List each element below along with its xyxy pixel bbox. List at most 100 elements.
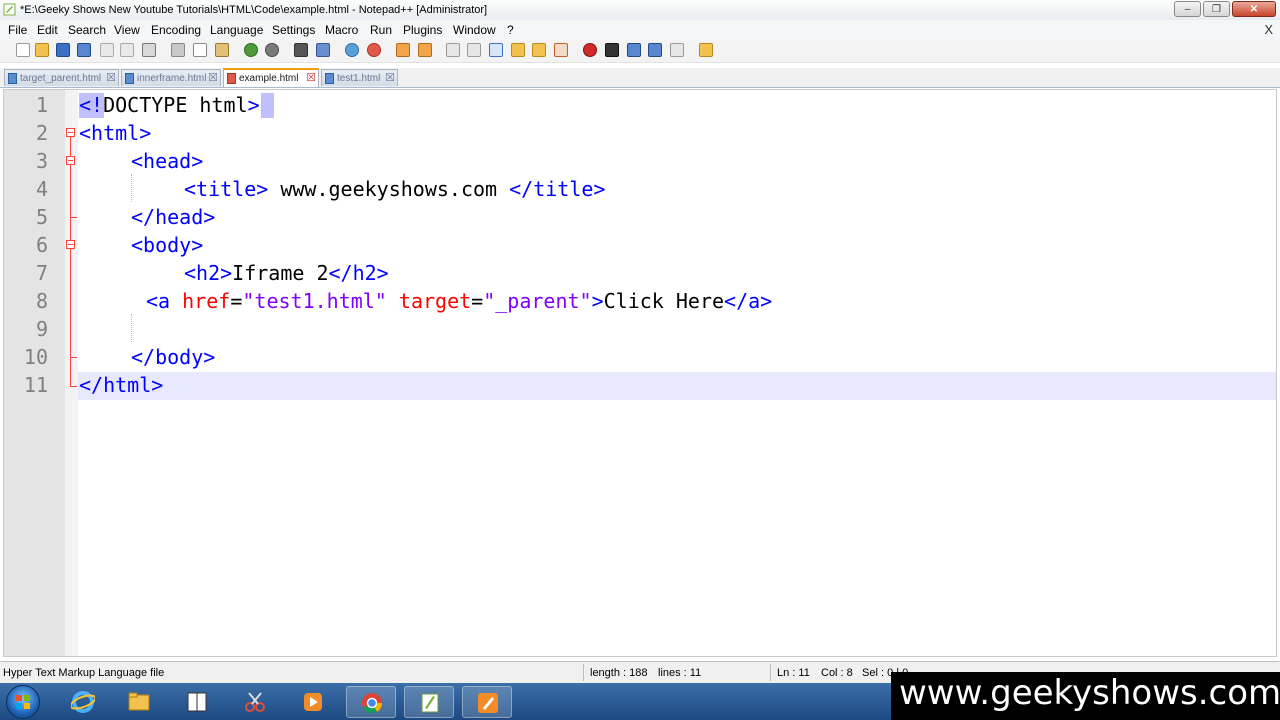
- function-list-icon[interactable]: [554, 43, 568, 57]
- fold-html-icon[interactable]: [66, 128, 75, 137]
- start-button[interactable]: [6, 685, 40, 719]
- menu-encoding[interactable]: Encoding: [151, 23, 201, 37]
- line-number: 9: [35, 317, 48, 341]
- close-tab-icon[interactable]: ☒: [306, 71, 316, 84]
- run-macro-multiple-icon[interactable]: [648, 43, 662, 57]
- new-file-icon[interactable]: [16, 43, 30, 57]
- save-all-icon[interactable]: [77, 43, 91, 57]
- media-player-icon: [304, 693, 322, 711]
- code-token: </h2>: [328, 261, 389, 285]
- taskbar-chrome[interactable]: [346, 686, 396, 718]
- menu-search[interactable]: Search: [68, 23, 106, 37]
- redo-icon[interactable]: [265, 43, 279, 57]
- code-token: <!: [79, 93, 104, 117]
- record-macro-icon[interactable]: [583, 43, 597, 57]
- taskbar-media[interactable]: [288, 686, 338, 718]
- fold-line: [70, 137, 71, 156]
- indent-guide-icon[interactable]: [489, 43, 503, 57]
- close-window-button[interactable]: ✕: [1232, 1, 1276, 17]
- minimize-button[interactable]: –: [1174, 1, 1201, 17]
- sync-horizontal-icon[interactable]: [418, 43, 432, 57]
- code-token: Iframe 2: [232, 261, 329, 285]
- paste-icon[interactable]: [215, 43, 229, 57]
- find-icon[interactable]: [294, 43, 308, 57]
- stop-macro-icon[interactable]: [605, 43, 619, 57]
- copy-icon[interactable]: [193, 43, 207, 57]
- tab-test1[interactable]: test1.html ☒: [321, 69, 398, 86]
- tab-innerframe[interactable]: innerframe.html ☒: [121, 69, 221, 86]
- menu-language[interactable]: Language: [210, 23, 263, 37]
- menu-window[interactable]: Window: [453, 23, 496, 37]
- print-icon[interactable]: [142, 43, 156, 57]
- tab-example[interactable]: example.html ☒: [223, 68, 319, 87]
- indent-guide: [131, 174, 132, 202]
- menu-macro[interactable]: Macro: [325, 23, 358, 37]
- tab-bar: target_parent.html ☒ innerframe.html ☒ e…: [0, 68, 1280, 88]
- menu-help[interactable]: ?: [507, 23, 514, 37]
- menu-file[interactable]: File: [8, 23, 27, 37]
- watermark: www.geekyshows.com: [891, 672, 1280, 720]
- window-controls: – ❐ ✕: [1172, 1, 1276, 17]
- undo-icon[interactable]: [244, 43, 258, 57]
- code-line-4: <title> www.geekyshows.com </title>: [184, 177, 605, 201]
- menu-plugins[interactable]: Plugins: [403, 23, 442, 37]
- fold-head-icon[interactable]: [66, 156, 75, 165]
- close-tab-icon[interactable]: ☒: [208, 71, 218, 84]
- close-file-icon[interactable]: [100, 43, 114, 57]
- file-type-label: Hyper Text Markup Language file: [3, 667, 165, 679]
- code-editor[interactable]: 1 2 3 4 5 6 7 8 9 10 11 <!DOCTYPE html> …: [3, 89, 1277, 657]
- close-tab-icon[interactable]: ☒: [385, 71, 395, 84]
- open-file-icon[interactable]: [35, 43, 49, 57]
- close-all-icon[interactable]: [120, 43, 134, 57]
- code-token: <title>: [184, 177, 269, 201]
- line-number: 3: [35, 149, 48, 173]
- zoom-out-icon[interactable]: [367, 43, 381, 57]
- tab-target-parent[interactable]: target_parent.html ☒: [4, 69, 119, 86]
- replace-icon[interactable]: [316, 43, 330, 57]
- code-line-11: </html>: [79, 373, 163, 397]
- pencil-icon: [478, 693, 498, 713]
- taskbar-reader[interactable]: [172, 686, 222, 718]
- save-macro-icon[interactable]: [670, 43, 684, 57]
- code-token: </html>: [79, 373, 164, 397]
- taskbar-ie[interactable]: [58, 686, 108, 718]
- taskbar-snipping[interactable]: [230, 686, 280, 718]
- document-map-icon[interactable]: [532, 43, 546, 57]
- zoom-in-icon[interactable]: [345, 43, 359, 57]
- line-number: 8: [35, 289, 48, 313]
- taskbar-explorer[interactable]: [114, 686, 164, 718]
- restore-button[interactable]: ❐: [1203, 1, 1230, 17]
- notepadpp-icon: [421, 693, 439, 713]
- sync-vertical-icon[interactable]: [396, 43, 410, 57]
- user-language-icon[interactable]: [511, 43, 525, 57]
- line-number: 4: [35, 177, 48, 201]
- play-macro-icon[interactable]: [627, 43, 641, 57]
- line-number: 5: [35, 205, 48, 229]
- code-line-6: <body>: [131, 233, 203, 257]
- save-icon[interactable]: [56, 43, 70, 57]
- menu-settings[interactable]: Settings: [272, 23, 315, 37]
- show-all-characters-icon[interactable]: [467, 43, 481, 57]
- fold-body-icon[interactable]: [66, 240, 75, 249]
- cursor-line-label: Ln : 11: [777, 667, 810, 679]
- taskbar-editor[interactable]: [462, 686, 512, 718]
- close-tab-icon[interactable]: ☒: [106, 71, 116, 84]
- close-icon: ✕: [1249, 3, 1259, 15]
- tab-label: test1.html: [337, 73, 381, 84]
- minimize-icon: –: [1184, 3, 1191, 15]
- code-token: =: [471, 289, 484, 313]
- plugin-icon[interactable]: [699, 43, 713, 57]
- fold-end: [70, 217, 77, 218]
- menu-view[interactable]: View: [114, 23, 140, 37]
- menu-run[interactable]: Run: [370, 23, 392, 37]
- cut-icon[interactable]: [171, 43, 185, 57]
- fold-margin: [65, 90, 78, 656]
- code-token: <body>: [131, 233, 204, 257]
- fold-line: [70, 249, 71, 386]
- code-line-10: </body>: [131, 345, 215, 369]
- unsaved-file-icon: [227, 73, 236, 84]
- taskbar-notepadpp[interactable]: [404, 686, 454, 718]
- menu-edit[interactable]: Edit: [37, 23, 58, 37]
- word-wrap-icon[interactable]: [446, 43, 460, 57]
- close-document-button[interactable]: X: [1264, 22, 1273, 37]
